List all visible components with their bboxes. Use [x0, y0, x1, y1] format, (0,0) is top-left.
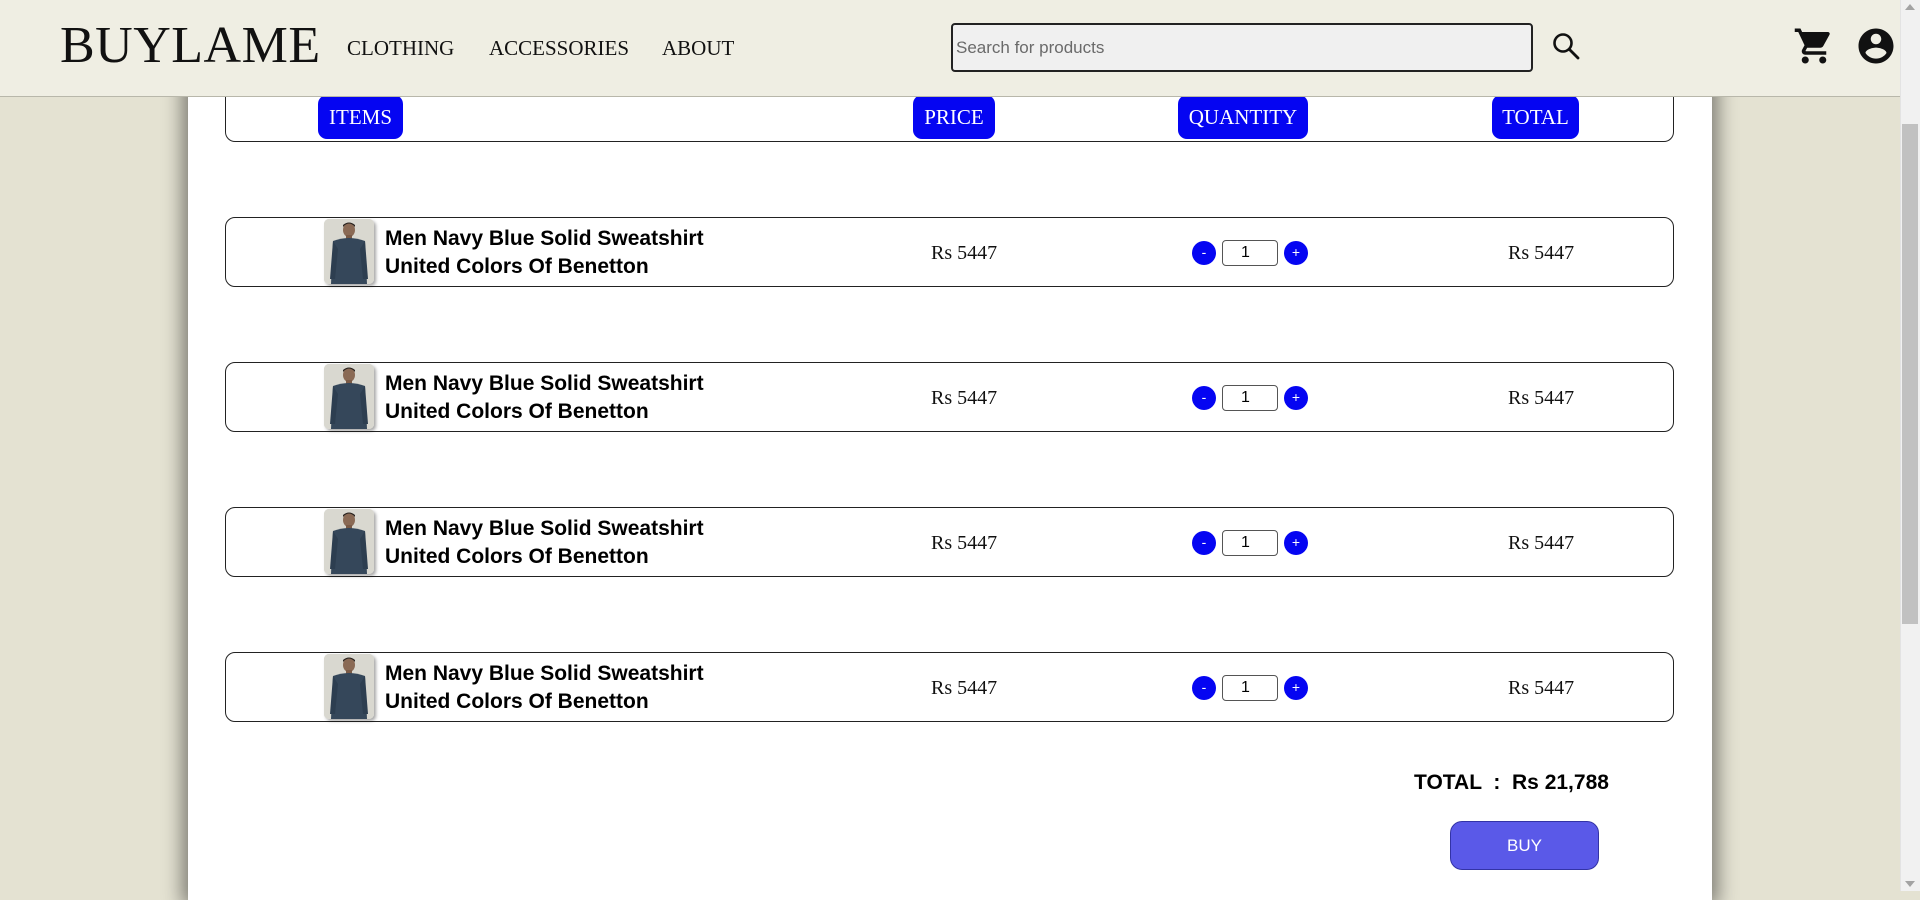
item-price: Rs 5447 — [931, 387, 998, 409]
cart-item-row: Men Navy Blue Solid Sweatshirt United Col… — [225, 507, 1674, 577]
item-total: Rs 5447 — [1508, 532, 1575, 554]
site-logo[interactable]: BUYLAME — [60, 16, 321, 76]
increase-quantity-button[interactable]: + — [1284, 386, 1308, 410]
product-name[interactable]: Men Navy Blue Solid Sweatshirt United Col… — [385, 370, 805, 426]
increase-quantity-button[interactable]: + — [1284, 531, 1308, 555]
cart-item-row: Men Navy Blue Solid Sweatshirt United Col… — [225, 217, 1674, 287]
site-header: BUYLAME CLOTHING ACCESSORIES ABOUT — [0, 0, 1900, 97]
increase-quantity-button[interactable]: + — [1284, 676, 1308, 700]
grand-total-separator: : — [1493, 771, 1501, 794]
account-icon[interactable] — [1855, 25, 1897, 67]
decrease-quantity-button[interactable]: - — [1192, 386, 1216, 410]
product-thumbnail[interactable] — [324, 509, 374, 574]
scroll-up-arrow-icon[interactable] — [1905, 4, 1915, 10]
nav-about[interactable]: ABOUT — [662, 36, 734, 60]
nav-clothing[interactable]: CLOTHING — [347, 36, 454, 60]
buy-button[interactable]: BUY — [1450, 821, 1599, 870]
product-brand: United Colors Of Benetton — [385, 255, 649, 278]
product-brand: United Colors Of Benetton — [385, 545, 649, 568]
decrease-quantity-button[interactable]: - — [1192, 241, 1216, 265]
scrollbar-thumb[interactable] — [1902, 124, 1918, 624]
product-title: Men Navy Blue Solid Sweatshirt — [385, 372, 704, 395]
item-price: Rs 5447 — [931, 532, 998, 554]
column-quantity: QUANTITY — [1178, 95, 1308, 139]
item-total: Rs 5447 — [1508, 677, 1575, 699]
cart-item-row: Men Navy Blue Solid Sweatshirt United Col… — [225, 362, 1674, 432]
product-name[interactable]: Men Navy Blue Solid Sweatshirt United Col… — [385, 225, 805, 281]
product-thumbnail[interactable] — [324, 219, 374, 284]
column-total: TOTAL — [1492, 95, 1579, 139]
decrease-quantity-button[interactable]: - — [1192, 676, 1216, 700]
column-items: ITEMS — [318, 95, 403, 139]
search-input[interactable] — [951, 23, 1533, 72]
decrease-quantity-button[interactable]: - — [1192, 531, 1216, 555]
item-total: Rs 5447 — [1508, 387, 1575, 409]
quantity-input[interactable] — [1222, 675, 1278, 701]
item-price: Rs 5447 — [931, 677, 998, 699]
grand-total-value: Rs 21,788 — [1512, 771, 1609, 794]
scroll-down-arrow-icon[interactable] — [1905, 881, 1915, 887]
quantity-input[interactable] — [1222, 385, 1278, 411]
cart-item-row: Men Navy Blue Solid Sweatshirt United Col… — [225, 652, 1674, 722]
product-name[interactable]: Men Navy Blue Solid Sweatshirt United Col… — [385, 660, 805, 716]
quantity-input[interactable] — [1222, 240, 1278, 266]
product-thumbnail[interactable] — [324, 654, 374, 719]
search-icon[interactable] — [1551, 31, 1581, 61]
quantity-input[interactable] — [1222, 530, 1278, 556]
product-title: Men Navy Blue Solid Sweatshirt — [385, 517, 704, 540]
cart-icon[interactable] — [1793, 25, 1835, 67]
product-name[interactable]: Men Navy Blue Solid Sweatshirt United Col… — [385, 515, 805, 571]
product-title: Men Navy Blue Solid Sweatshirt — [385, 662, 704, 685]
product-thumbnail[interactable] — [324, 364, 374, 429]
product-brand: United Colors Of Benetton — [385, 400, 649, 423]
product-brand: United Colors Of Benetton — [385, 690, 649, 713]
grand-total: TOTAL : Rs 21,788 — [1414, 770, 1609, 796]
increase-quantity-button[interactable]: + — [1284, 241, 1308, 265]
grand-total-label: TOTAL — [1414, 771, 1482, 794]
item-total: Rs 5447 — [1508, 242, 1575, 264]
nav-accessories[interactable]: ACCESSORIES — [489, 36, 629, 60]
item-price: Rs 5447 — [931, 242, 998, 264]
product-title: Men Navy Blue Solid Sweatshirt — [385, 227, 704, 250]
column-price: PRICE — [913, 95, 995, 139]
